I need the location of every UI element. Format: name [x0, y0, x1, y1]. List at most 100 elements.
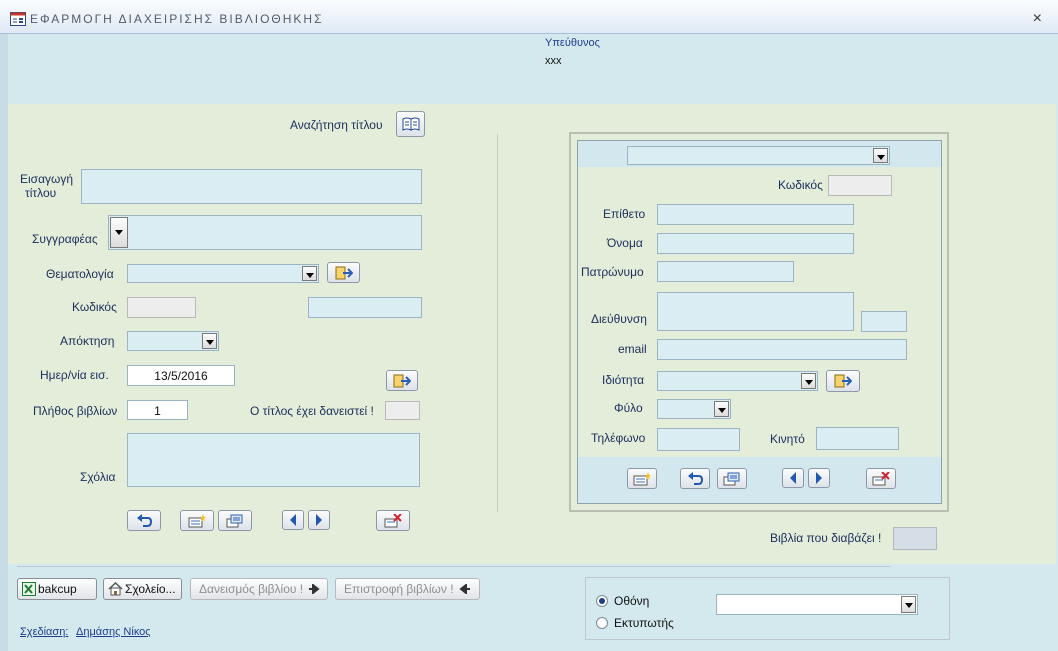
arrow-right-icon: [309, 582, 321, 596]
report-select-combo[interactable]: [716, 594, 918, 615]
save-icon: [226, 514, 243, 527]
member-prev-button[interactable]: [782, 468, 804, 488]
undo-button[interactable]: [127, 510, 161, 531]
add-record-icon: [335, 266, 353, 279]
home-icon: [108, 581, 123, 596]
output-printer-label: Εκτυπωτής: [614, 616, 674, 630]
new-record-icon: [188, 513, 206, 527]
author-dropdown-button[interactable]: [110, 217, 128, 248]
entry-date-action-button[interactable]: [386, 370, 418, 391]
responsible-value: xxx: [545, 55, 562, 67]
member-new-button[interactable]: [627, 468, 657, 489]
phone-input[interactable]: [657, 428, 740, 451]
delete-icon: [384, 513, 402, 527]
footer-divider: [17, 566, 890, 567]
mobile-label: Κινητό: [770, 432, 805, 446]
gender-combo[interactable]: [657, 399, 731, 419]
borrowed-indicator: [385, 401, 420, 420]
member-selector-combo[interactable]: [627, 146, 890, 165]
subject-combo[interactable]: [127, 264, 319, 283]
output-printer-radio[interactable]: [596, 617, 608, 629]
code-label: Κωδικός: [72, 300, 117, 314]
backup-button[interactable]: bakcup: [17, 578, 97, 600]
status-combo[interactable]: [657, 371, 818, 391]
delete-icon: [872, 471, 890, 485]
author-label: Συγγραφέας: [32, 232, 98, 246]
chevron-down-icon[interactable]: [901, 596, 916, 613]
chevron-down-icon[interactable]: [801, 373, 816, 389]
output-screen-label: Οθόνη: [614, 594, 650, 608]
subject-label: Θεματολογία: [46, 267, 114, 281]
next-icon: [816, 472, 822, 484]
responsible-label: Υπεύθυνος: [545, 37, 600, 49]
book-search-icon: [402, 117, 419, 131]
add-record-icon: [393, 374, 411, 387]
mobile-input[interactable]: [816, 427, 899, 450]
delete-record-button[interactable]: [376, 510, 410, 531]
member-save-button[interactable]: [717, 468, 747, 489]
author-combo[interactable]: [108, 215, 422, 250]
school-button[interactable]: Σχολείο...: [103, 578, 182, 600]
member-next-button[interactable]: [808, 468, 830, 488]
reading-books-label: Βιβλία που διαβάζει !: [770, 531, 882, 545]
count-input[interactable]: 1: [127, 400, 188, 420]
window-title-bar: ΕΦΑΡΜΟΓΗ ΔΙΑΧΕΙΡΙΣΗΣ ΒΙΒΛΙΟΘΗΚΗΣ ×: [0, 0, 1058, 34]
name-input[interactable]: [657, 233, 854, 254]
borrowed-label: Ο τίτλος έχει δανειστεί !: [250, 404, 374, 418]
lend-book-button[interactable]: Δανεισμός βιβλίου !: [190, 578, 328, 600]
status-label: Ιδιότητα: [602, 373, 645, 387]
member-code-field: [828, 175, 892, 196]
return-books-button[interactable]: Επιστροφή βιβλίων !: [335, 578, 480, 600]
undo-icon: [688, 471, 703, 485]
new-record-icon: [633, 471, 651, 485]
chevron-down-icon: [115, 230, 123, 235]
acquisition-combo[interactable]: [127, 331, 219, 351]
section-divider: [497, 134, 498, 512]
chevron-down-icon[interactable]: [302, 266, 317, 281]
address-input[interactable]: [657, 292, 854, 331]
close-icon[interactable]: ×: [1033, 10, 1042, 28]
surname-input[interactable]: [657, 204, 854, 225]
reading-books-field: [893, 527, 937, 550]
chevron-down-icon[interactable]: [873, 148, 888, 163]
title-input[interactable]: [81, 169, 422, 204]
backup-label: bakcup: [38, 582, 77, 596]
prev-record-button[interactable]: [282, 510, 304, 530]
title-label-line1: Εισαγωγή: [20, 172, 74, 186]
member-undo-button[interactable]: [680, 468, 710, 489]
count-label: Πλήθος βιβλίων: [33, 404, 118, 418]
code-extra-field[interactable]: [308, 297, 422, 318]
next-icon: [316, 514, 322, 526]
code-field: [127, 297, 196, 318]
phone-label: Τηλέφωνο: [591, 431, 646, 445]
school-label: Σχολείο...: [125, 582, 176, 596]
chevron-down-icon[interactable]: [714, 401, 729, 417]
search-title-button[interactable]: [396, 111, 425, 137]
designer-label: Σχεδίαση:: [20, 626, 69, 638]
name-label: Όνομα: [607, 236, 643, 250]
undo-icon: [137, 513, 152, 527]
next-record-button[interactable]: [308, 510, 330, 530]
add-record-icon: [834, 374, 852, 388]
comments-input[interactable]: [127, 433, 420, 487]
new-record-button[interactable]: [180, 510, 214, 531]
entry-date-input[interactable]: 13/5/2016: [127, 365, 235, 386]
add-status-button[interactable]: [826, 370, 860, 392]
acquisition-label: Απόκτηση: [60, 334, 115, 348]
father-name-input[interactable]: [657, 261, 794, 282]
add-subject-button[interactable]: [327, 262, 360, 283]
prev-icon: [790, 472, 796, 484]
address-number-input[interactable]: [861, 311, 907, 332]
chevron-down-icon[interactable]: [202, 333, 217, 349]
email-input[interactable]: [657, 339, 907, 360]
arrow-left-icon: [459, 582, 470, 596]
email-label: email: [618, 342, 647, 356]
save-icon: [723, 472, 740, 485]
save-button[interactable]: [218, 510, 252, 531]
member-delete-button[interactable]: [866, 468, 896, 489]
window-left-edge: [0, 34, 8, 651]
surname-label: Επίθετο: [603, 207, 646, 221]
address-label: Διεύθυνση: [591, 312, 647, 326]
output-screen-radio[interactable]: [596, 595, 608, 607]
window-title: ΕΦΑΡΜΟΓΗ ΔΙΑΧΕΙΡΙΣΗΣ ΒΙΒΛΙΟΘΗΚΗΣ: [30, 12, 324, 26]
